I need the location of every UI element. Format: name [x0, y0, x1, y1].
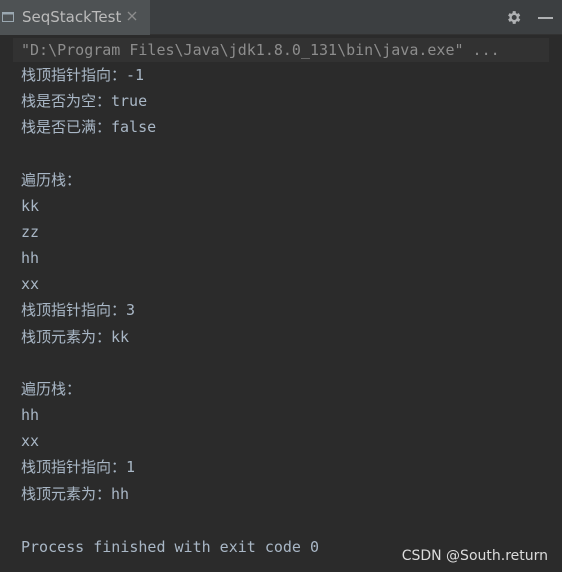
console-line: 栈顶元素为：hh: [21, 485, 130, 503]
console-line: 栈是否为空：true: [21, 92, 148, 110]
console-line: 栈顶指针指向：1: [21, 458, 136, 476]
minimize-icon[interactable]: [538, 17, 553, 19]
console-line: kk: [21, 197, 40, 215]
run-console-window: SeqStackTest "D:\Program Files\Java\jdk1…: [0, 0, 562, 572]
console-line: zz: [21, 223, 40, 241]
close-icon[interactable]: [126, 10, 138, 22]
console-line: hh: [21, 249, 40, 267]
command-line[interactable]: "D:\Program Files\Java\jdk1.8.0_131\bin\…: [21, 40, 500, 60]
tab-bar: SeqStackTest: [0, 0, 562, 35]
tab-seqstacktest[interactable]: SeqStackTest: [0, 0, 150, 35]
gear-icon[interactable]: [505, 9, 522, 26]
console-icon: [2, 12, 14, 22]
console-line: 栈顶指针指向：-1: [21, 66, 145, 84]
console-line: 栈顶指针指向：3: [21, 301, 136, 319]
console-line: 遍历栈：: [21, 380, 82, 398]
process-finished-line: Process finished with exit code 0: [21, 538, 320, 556]
console-line: xx: [21, 432, 40, 450]
console-line: xx: [21, 275, 40, 293]
console-line: 栈顶元素为：kk: [21, 328, 130, 346]
console-line: hh: [21, 406, 40, 424]
tab-title: SeqStackTest: [22, 8, 122, 26]
console-output[interactable]: "D:\Program Files\Java\jdk1.8.0_131\bin\…: [0, 36, 562, 572]
watermark: CSDN @South.return: [401, 548, 548, 564]
console-line: 栈是否已满：false: [21, 118, 157, 136]
console-line: 遍历栈：: [21, 171, 82, 189]
